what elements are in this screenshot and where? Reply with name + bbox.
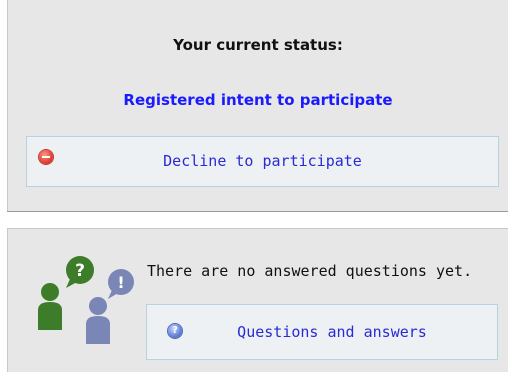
blue-person-body (86, 316, 110, 344)
people-question-illustration: ? ! (38, 256, 134, 344)
question-mark-text: ? (75, 261, 85, 281)
decline-button[interactable]: Decline to participate (26, 136, 499, 187)
participation-widget: Your current status: Registered intent t… (0, 0, 508, 372)
no-questions-message: There are no answered questions yet. (147, 262, 473, 280)
section-divider (7, 211, 508, 212)
status-title: Your current status: (173, 36, 343, 54)
status-value: Registered intent to participate (123, 91, 393, 109)
green-person-head (41, 283, 59, 301)
blue-person-head (89, 297, 107, 315)
status-panel: Your current status: Registered intent t… (7, 0, 508, 211)
questions-and-answers-label: Questions and answers (237, 323, 427, 341)
decline-label: Decline to participate (163, 152, 362, 170)
questions-and-answers-button[interactable]: ? Questions and answers (146, 304, 498, 360)
exclamation-mark-text: ! (117, 273, 124, 292)
green-person-body (38, 302, 62, 330)
